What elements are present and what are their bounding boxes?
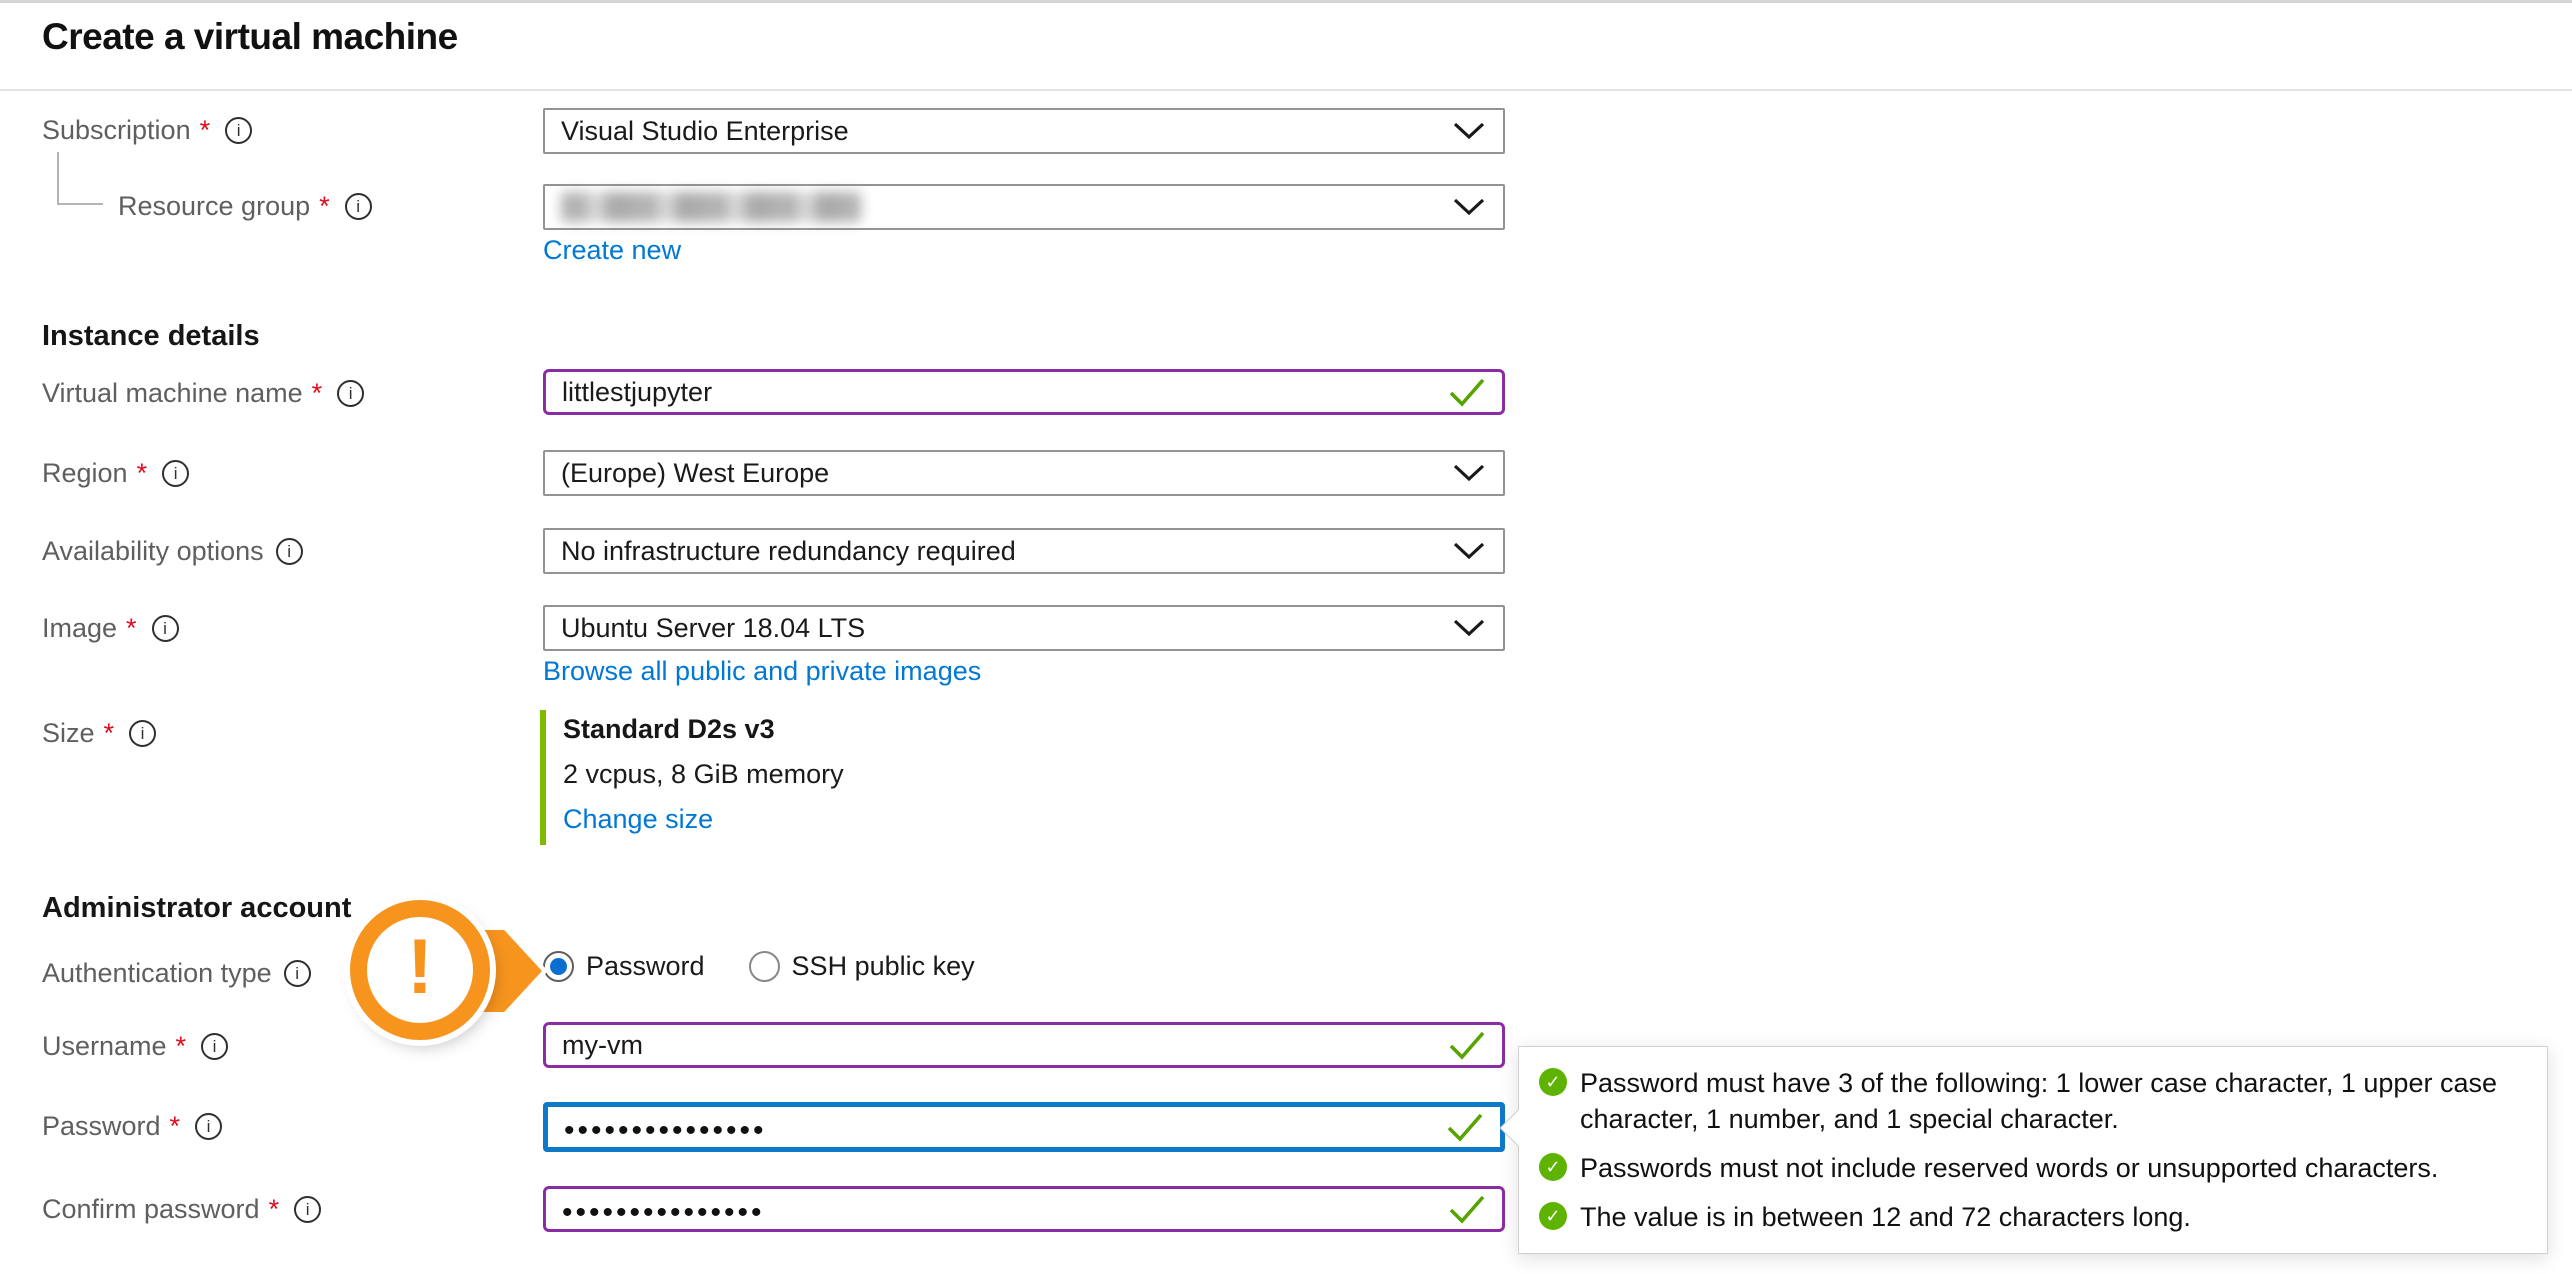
password-requirements-tooltip: ✓ Password must have 3 of the following:… <box>1518 1046 2548 1254</box>
administrator-account-heading: Administrator account <box>42 892 351 925</box>
page-title: Create a virtual machine <box>42 16 458 58</box>
top-border-line <box>0 0 2572 3</box>
radio-option-password[interactable]: Password <box>543 951 705 982</box>
requirement-item: ✓ Password must have 3 of the following:… <box>1539 1065 2525 1137</box>
tooltip-arrow-left <box>1500 1110 1537 1147</box>
resource-group-label: Resource group * i <box>118 191 372 222</box>
availability-options-value: No infrastructure redundancy required <box>561 536 1016 567</box>
image-dropdown[interactable]: Ubuntu Server 18.04 LTS <box>543 605 1505 651</box>
valid-check-icon <box>1446 1112 1484 1142</box>
info-icon[interactable]: i <box>225 117 252 144</box>
instance-details-heading: Instance details <box>42 320 260 353</box>
confirm-password-label: Confirm password * i <box>42 1194 321 1225</box>
subscription-label: Subscription * i <box>42 115 252 146</box>
info-icon[interactable]: i <box>129 720 156 747</box>
info-icon[interactable]: i <box>276 538 303 565</box>
required-marker: * <box>319 191 330 222</box>
resource-group-redacted-value <box>561 192 861 222</box>
required-marker: * <box>137 458 148 489</box>
required-marker: * <box>104 718 115 749</box>
confirm-password-masked-value: ••••••••••••••• <box>562 1190 765 1228</box>
info-icon[interactable]: i <box>345 193 372 220</box>
check-circle-icon: ✓ <box>1539 1202 1567 1230</box>
chevron-down-icon <box>1453 542 1485 560</box>
image-label: Image * i <box>42 613 179 644</box>
required-marker: * <box>126 613 137 644</box>
create-new-link[interactable]: Create new <box>543 235 681 266</box>
size-summary-block: Standard D2s v3 2 vcpus, 8 GiB memory Ch… <box>540 710 1502 845</box>
info-icon[interactable]: i <box>152 615 179 642</box>
required-marker: * <box>269 1194 280 1225</box>
subscription-dropdown[interactable]: Visual Studio Enterprise <box>543 108 1505 154</box>
create-vm-page: Create a virtual machine Subscription * … <box>0 0 2572 1274</box>
info-icon[interactable]: i <box>284 960 311 987</box>
required-marker: * <box>312 378 323 409</box>
password-label: Password * i <box>42 1111 222 1142</box>
info-icon[interactable]: i <box>162 460 189 487</box>
username-label: Username * i <box>42 1031 228 1062</box>
availability-options-dropdown[interactable]: No infrastructure redundancy required <box>543 528 1505 574</box>
vm-name-input[interactable]: littlestjupyter <box>543 369 1505 415</box>
password-input[interactable]: ••••••••••••••• <box>543 1102 1505 1152</box>
subscription-value: Visual Studio Enterprise <box>561 116 849 147</box>
chevron-down-icon <box>1453 464 1485 482</box>
info-icon[interactable]: i <box>195 1113 222 1140</box>
vm-name-value: littlestjupyter <box>562 377 712 408</box>
confirm-password-input[interactable]: ••••••••••••••• <box>543 1186 1505 1232</box>
required-marker: * <box>200 115 211 146</box>
header-divider <box>0 89 2572 91</box>
arrow-right-outline <box>452 924 548 1018</box>
username-value: my-vm <box>562 1030 643 1061</box>
check-circle-icon: ✓ <box>1539 1153 1567 1181</box>
chevron-down-icon <box>1453 122 1485 140</box>
valid-check-icon <box>1448 1194 1486 1224</box>
requirement-item: ✓ The value is in between 12 and 72 char… <box>1539 1199 2525 1235</box>
requirement-item: ✓ Passwords must not include reserved wo… <box>1539 1150 2525 1186</box>
region-label: Region * i <box>42 458 189 489</box>
resource-group-dropdown[interactable] <box>543 184 1505 230</box>
radio-option-ssh-public-key[interactable]: SSH public key <box>749 951 975 982</box>
tree-connector-vertical <box>57 152 59 205</box>
attention-annotation: ! <box>346 896 556 1048</box>
size-specs: 2 vcpus, 8 GiB memory <box>563 759 1502 790</box>
check-circle-icon: ✓ <box>1539 1068 1567 1096</box>
radio-unselected-icon <box>749 951 780 982</box>
authentication-type-label: Authentication type i <box>42 958 311 989</box>
region-value: (Europe) West Europe <box>561 458 829 489</box>
required-marker: * <box>170 1111 181 1142</box>
arrow-right-icon <box>458 930 542 1012</box>
vm-name-label: Virtual machine name * i <box>42 378 364 409</box>
valid-check-icon <box>1448 1030 1486 1060</box>
tree-connector-horizontal <box>57 203 103 205</box>
change-size-link[interactable]: Change size <box>563 804 713 835</box>
authentication-type-radio-group: Password SSH public key <box>543 951 975 982</box>
size-name: Standard D2s v3 <box>563 714 1502 745</box>
required-marker: * <box>176 1031 187 1062</box>
radio-selected-icon <box>543 951 574 982</box>
image-value: Ubuntu Server 18.04 LTS <box>561 613 865 644</box>
info-icon[interactable]: i <box>337 380 364 407</box>
info-icon[interactable]: i <box>201 1033 228 1060</box>
availability-options-label: Availability options i <box>42 536 303 567</box>
info-icon[interactable]: i <box>294 1196 321 1223</box>
exclamation-circle-icon: ! <box>350 900 490 1040</box>
chevron-down-icon <box>1453 198 1485 216</box>
valid-check-icon <box>1448 377 1486 407</box>
browse-images-link[interactable]: Browse all public and private images <box>543 656 981 687</box>
region-dropdown[interactable]: (Europe) West Europe <box>543 450 1505 496</box>
chevron-down-icon <box>1453 619 1485 637</box>
password-masked-value: ••••••••••••••• <box>564 1108 767 1146</box>
username-input[interactable]: my-vm <box>543 1022 1505 1068</box>
size-label: Size * i <box>42 718 156 749</box>
